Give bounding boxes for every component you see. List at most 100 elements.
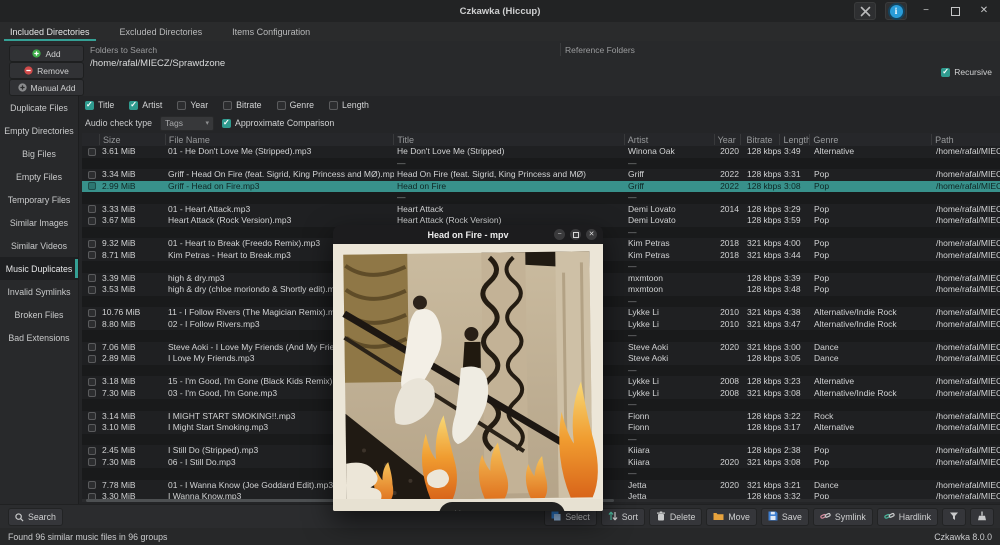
symlink-button[interactable]: Symlink (812, 508, 873, 526)
row-checkbox[interactable] (88, 377, 96, 386)
maximize-button[interactable] (945, 3, 965, 19)
cell-size: 3.53 MiB (102, 284, 136, 294)
sidebar-item-similar-images[interactable]: Similar Images (0, 211, 78, 234)
row-checkbox[interactable] (88, 239, 96, 248)
about-info-button[interactable]: i (885, 2, 907, 20)
filter-button[interactable] (942, 508, 966, 526)
cell-artist: Fionn (628, 410, 650, 421)
row-checkbox[interactable] (88, 343, 96, 352)
row-checkbox[interactable] (88, 285, 96, 294)
column-header-path[interactable]: Path (931, 134, 1000, 145)
criteria-label: Title (98, 100, 115, 110)
audio-check-type-dropdown[interactable]: Tags ▾ (160, 115, 214, 131)
manual-add-directory-button[interactable]: Manual Add (9, 79, 84, 96)
mpv-video-area[interactable] (333, 244, 603, 511)
mpv-minimize-button[interactable]: − (554, 229, 565, 240)
row-checkbox[interactable] (88, 481, 96, 490)
sidebar-item-similar-videos[interactable]: Similar Videos (0, 234, 78, 257)
group-separator-row[interactable]: —— (82, 157, 1000, 169)
row-checkbox[interactable] (88, 320, 96, 329)
cell-artist: mxmtoon (628, 284, 663, 294)
close-button[interactable]: ✕ (974, 3, 994, 19)
sidebar-item-duplicate-files[interactable]: Duplicate Files (0, 96, 78, 119)
sidebar-item-music-duplicates[interactable]: Music Duplicates (0, 257, 78, 280)
cell-artist: — (628, 433, 637, 444)
cell-genre: Alternative (814, 422, 855, 432)
table-row[interactable]: 3.34 MiB Griff - Head On Fire (feat. Sigr… (82, 169, 1000, 181)
save-button[interactable]: Save (760, 508, 809, 526)
settings-icon[interactable] (854, 2, 876, 20)
cell-artist: Lykke Li (628, 307, 659, 317)
mpv-titlebar[interactable]: Head on Fire - mpv − ✕ (333, 225, 603, 244)
delete-icon (656, 511, 666, 523)
criteria-checkbox-length[interactable]: Length (329, 100, 369, 110)
table-row[interactable]: 3.33 MiB 01 - Heart Attack.mp3 Heart Attac… (82, 203, 1000, 215)
filter-icon (949, 511, 959, 523)
column-header-size[interactable]: Size (98, 134, 165, 145)
cell-year: 2020 (720, 146, 739, 156)
recursive-label: Recursive (954, 67, 992, 77)
sidebar-item-broken-files[interactable]: Broken Files (0, 303, 78, 326)
row-checkbox[interactable] (88, 170, 96, 179)
row-checkbox[interactable] (88, 308, 96, 317)
included-directory-path[interactable]: /home/rafal/MIECZ/Sprawdzone (90, 58, 225, 69)
approximate-comparison-checkbox[interactable]: Approximate Comparison (222, 118, 334, 128)
row-checkbox[interactable] (88, 182, 96, 191)
row-checkbox[interactable] (88, 251, 96, 260)
criteria-checkbox-artist[interactable]: Artist (129, 100, 162, 110)
column-header-length[interactable]: Length (779, 134, 809, 145)
criteria-checkbox-year[interactable]: Year (177, 100, 208, 110)
tab-excluded-directories[interactable]: Excluded Directories (118, 23, 205, 41)
table-row[interactable]: 2.99 MiB Griff - Head on Fire.mp3 Head on … (82, 180, 1000, 192)
column-header-bitrate[interactable]: Bitrate (739, 134, 780, 145)
criteria-checkbox-genre[interactable]: Genre (276, 100, 314, 110)
table-row[interactable]: 3.61 MiB 01 - He Don't Love Me (Stripped)… (82, 146, 1000, 158)
column-header-genre[interactable]: Genre (809, 134, 931, 145)
group-separator-row[interactable]: —— (82, 192, 1000, 204)
row-checkbox[interactable] (88, 446, 96, 455)
sidebar-item-big-files[interactable]: Big Files (0, 142, 78, 165)
volume-slider[interactable] (468, 510, 556, 511)
recursive-checkbox[interactable]: Recursive (941, 67, 992, 77)
row-checkbox[interactable] (88, 147, 96, 156)
search-button[interactable]: Search (8, 508, 63, 526)
row-checkbox[interactable] (88, 458, 96, 467)
mpv-maximize-button[interactable] (570, 229, 581, 240)
mpv-close-button[interactable]: ✕ (586, 229, 597, 240)
cell-genre: Alternative/Indie Rock (814, 387, 897, 398)
plus-icon (32, 49, 42, 58)
column-header-title[interactable]: Title (393, 134, 623, 145)
hardlink-button[interactable]: Hardlink (876, 508, 938, 526)
minimize-button[interactable]: − (916, 3, 936, 19)
row-checkbox[interactable] (88, 274, 96, 283)
cell-length: 3:23 (784, 376, 801, 386)
cell-bitrate: 321 kbps (747, 307, 781, 317)
sidebar-item-empty-directories[interactable]: Empty Directories (0, 119, 78, 142)
mpv-window[interactable]: Head on Fire - mpv − ✕ (333, 225, 603, 511)
remove-directory-button[interactable]: Remove (9, 62, 84, 79)
column-header-file-name[interactable]: File Name (164, 134, 393, 145)
tab-items-configuration[interactable]: Items Configuration (230, 23, 312, 41)
row-checkbox[interactable] (88, 423, 96, 432)
sort-button[interactable]: Sort (600, 508, 645, 526)
row-checkbox[interactable] (88, 389, 96, 398)
delete-button[interactable]: Delete (648, 508, 703, 526)
cell-path: /home/rafal/MIECZ/ (936, 387, 1000, 398)
column-header-artist[interactable]: Artist (623, 134, 714, 145)
cell-artist: Lykke Li (628, 318, 659, 329)
add-directory-button[interactable]: Add (9, 45, 84, 62)
move-button[interactable]: Move (706, 508, 757, 526)
sidebar-item-bad-extensions[interactable]: Bad Extensions (0, 326, 78, 349)
row-checkbox[interactable] (88, 412, 96, 421)
column-header-year[interactable]: Year (713, 134, 740, 145)
sidebar-item-temporary-files[interactable]: Temporary Files (0, 188, 78, 211)
sidebar-item-invalid-symlinks[interactable]: Invalid Symlinks (0, 280, 78, 303)
criteria-checkbox-title[interactable]: Title (85, 100, 114, 110)
clean-button[interactable] (970, 508, 994, 526)
row-checkbox[interactable] (88, 216, 96, 225)
row-checkbox[interactable] (88, 205, 96, 214)
criteria-checkbox-bitrate[interactable]: Bitrate (223, 100, 262, 110)
sidebar-item-empty-files[interactable]: Empty Files (0, 165, 78, 188)
row-checkbox[interactable] (88, 354, 96, 363)
tab-included-directories[interactable]: Included Directories (4, 23, 96, 41)
